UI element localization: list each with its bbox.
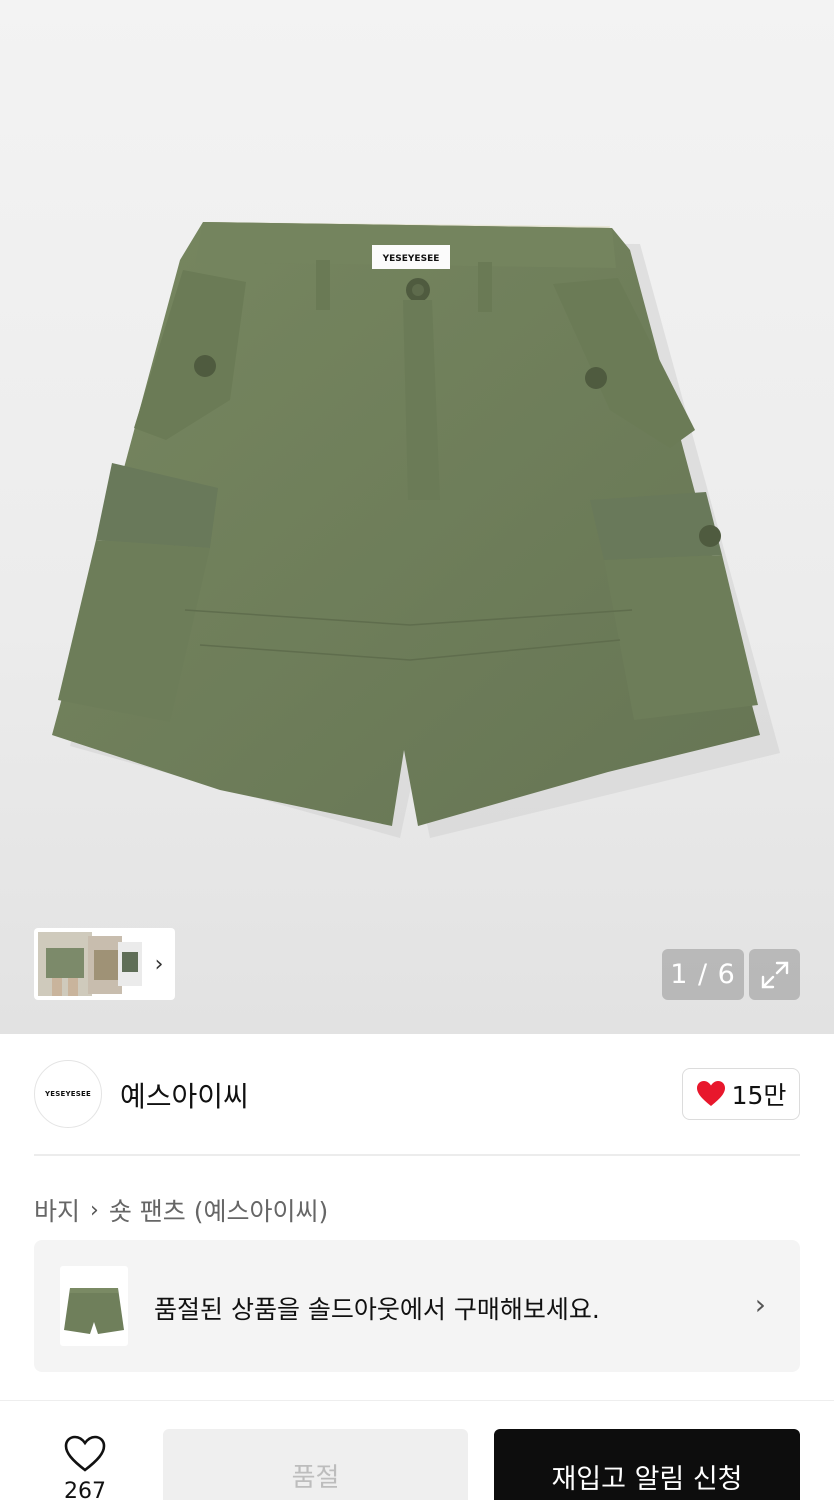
- chevron-right-icon[interactable]: ›: [144, 952, 174, 977]
- expand-icon[interactable]: [749, 949, 800, 1000]
- breadcrumb-subcategory[interactable]: 숏 팬츠 (예스아이씨): [109, 1192, 328, 1228]
- breadcrumb-category[interactable]: 바지: [34, 1192, 80, 1228]
- divider: [34, 1154, 800, 1156]
- heart-filled-icon: [696, 1081, 725, 1106]
- soldout-banner[interactable]: 품절된 상품을 솔드아웃에서 구매해보세요. ›: [34, 1240, 800, 1372]
- banner-text: 품절된 상품을 솔드아웃에서 구매해보세요.: [154, 1295, 600, 1324]
- like-count: 15만: [731, 1081, 787, 1110]
- bottom-action-bar: 267 품절 재입고 알림 신청: [0, 1400, 834, 1500]
- product-image: YESEYESEE: [52, 222, 780, 838]
- thumbnail-images: [38, 932, 142, 996]
- brand-logo-text: YESEYESEE: [45, 1090, 91, 1098]
- wishlist-button[interactable]: 267: [50, 1435, 120, 1500]
- restock-alert-button[interactable]: 재입고 알림 신청: [494, 1429, 800, 1500]
- image-counter: 1 / 6: [662, 949, 744, 1000]
- brand-logo[interactable]: YESEYESEE: [34, 1060, 102, 1128]
- soldout-button[interactable]: 품절: [163, 1429, 468, 1500]
- brand-name[interactable]: 예스아이씨: [120, 1075, 249, 1115]
- garment-label-text: YESEYESEE: [382, 254, 440, 264]
- like-button[interactable]: 15만: [682, 1068, 800, 1120]
- chevron-right-icon: ›: [754, 1288, 766, 1321]
- brand-row: YESEYESEE 예스아이씨 15만: [34, 1060, 800, 1130]
- product-image-gallery[interactable]: YESEYESEE › 1 / 6: [0, 0, 834, 1034]
- banner-product-thumbnail: [60, 1266, 128, 1346]
- chevron-right-icon: ›: [90, 1197, 99, 1223]
- breadcrumb: 바지 › 숏 팬츠 (예스아이씨): [34, 1192, 328, 1228]
- thumbnail-strip[interactable]: ›: [34, 928, 175, 1000]
- heart-outline-icon: [64, 1435, 106, 1472]
- wish-count: 267: [64, 1479, 106, 1500]
